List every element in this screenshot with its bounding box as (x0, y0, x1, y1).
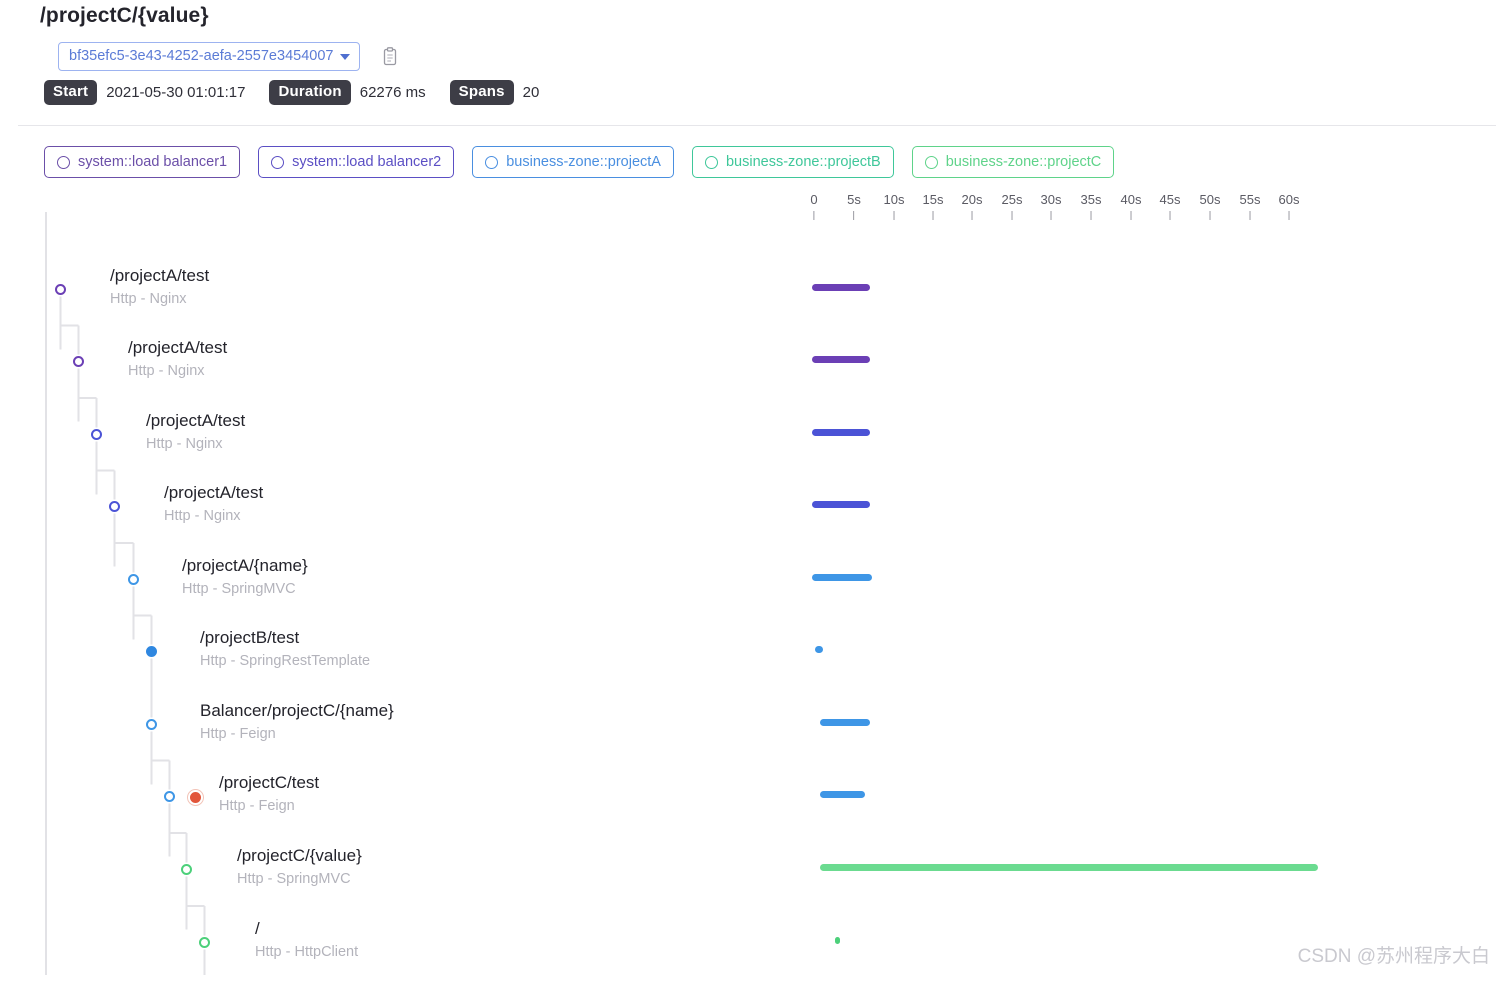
span-list: /projectA/test Http - Nginx/projectA/test… (0, 0, 1504, 976)
span-duration-bar[interactable] (812, 356, 870, 363)
span-name: /projectC/{value} (237, 846, 362, 865)
span-name: /projectA/test (164, 483, 264, 502)
span-duration-bar[interactable] (820, 791, 865, 798)
span-duration-bar[interactable] (815, 646, 823, 653)
span-subtitle: Http - SpringRestTemplate (200, 653, 371, 669)
span-error-icon[interactable] (190, 792, 201, 803)
span-name: /projectA/test (128, 338, 228, 357)
span-row[interactable]: Balancer/projectC/{name} Http - Feign (0, 693, 1504, 765)
span-name: /projectB/test (200, 628, 300, 647)
span-subtitle: Http - HttpClient (255, 944, 359, 960)
span-duration-bar[interactable] (820, 719, 870, 726)
span-row[interactable]: /projectA/{name} Http - SpringMVC (0, 548, 1504, 620)
span-row[interactable]: /projectA/test Http - Nginx (0, 475, 1504, 547)
span-name: /projectA/{name} (182, 556, 308, 575)
span-subtitle: Http - Nginx (146, 436, 223, 452)
span-duration-bar[interactable] (835, 937, 840, 944)
span-node-marker[interactable] (109, 501, 120, 512)
span-name: /projectC/test (219, 773, 320, 792)
span-duration-bar[interactable] (820, 864, 1318, 871)
span-row[interactable]: /projectC/test Http - Feign (0, 765, 1504, 837)
span-duration-bar[interactable] (812, 429, 870, 436)
span-node-marker[interactable] (181, 864, 192, 875)
span-subtitle: Http - Nginx (110, 291, 187, 307)
span-node-marker[interactable] (164, 791, 175, 802)
span-subtitle: Http - Nginx (128, 363, 205, 379)
span-node-marker[interactable] (128, 574, 139, 585)
span-subtitle: Http - Nginx (164, 508, 241, 524)
span-duration-bar[interactable] (812, 501, 870, 508)
span-duration-bar[interactable] (812, 284, 870, 291)
span-name: Balancer/projectC/{name} (200, 701, 394, 720)
span-row[interactable]: / Http - HttpClient (0, 911, 1504, 983)
span-node-marker[interactable] (146, 719, 157, 730)
span-subtitle: Http - Feign (219, 798, 295, 814)
span-name: /projectA/test (110, 266, 210, 285)
span-node-marker[interactable] (73, 356, 84, 367)
span-subtitle: Http - SpringMVC (182, 581, 296, 597)
span-name: / (255, 919, 260, 938)
span-subtitle: Http - SpringMVC (237, 871, 351, 887)
span-row[interactable]: /projectB/test Http - SpringRestTemplate (0, 620, 1504, 692)
span-node-marker[interactable] (55, 284, 66, 295)
span-row[interactable]: /projectA/test Http - Nginx (0, 330, 1504, 402)
span-subtitle: Http - Feign (200, 726, 276, 742)
span-row[interactable]: /projectA/test Http - Nginx (0, 403, 1504, 475)
watermark: CSDN @苏州程序大白 (1297, 946, 1490, 967)
span-node-marker[interactable] (91, 429, 102, 440)
span-row[interactable]: /projectA/test Http - Nginx (0, 258, 1504, 330)
span-node-marker[interactable] (146, 646, 157, 657)
span-row[interactable]: /projectC/{value} Http - SpringMVC (0, 838, 1504, 910)
span-duration-bar[interactable] (812, 574, 872, 581)
span-name: /projectA/test (146, 411, 246, 430)
span-node-marker[interactable] (199, 937, 210, 948)
